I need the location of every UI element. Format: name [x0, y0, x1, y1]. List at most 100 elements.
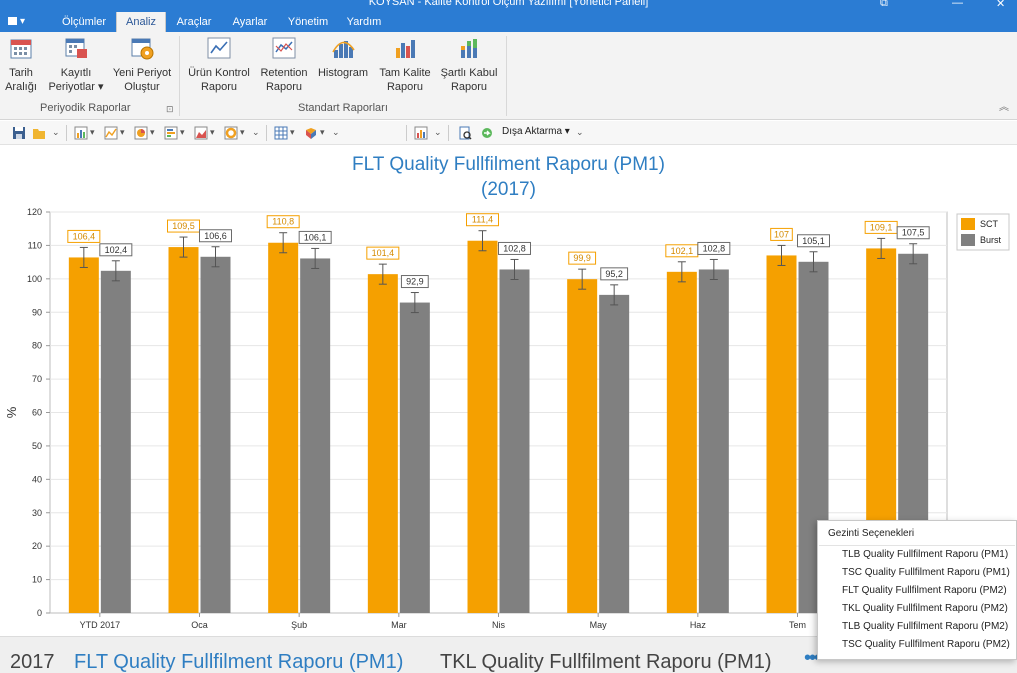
- export-icon[interactable]: [480, 126, 494, 140]
- popup-item[interactable]: TLB Quality Fullfilment Raporu (PM2): [842, 621, 1008, 632]
- doughnut-chart-type-icon[interactable]: [224, 126, 238, 140]
- popup-item[interactable]: TSC Quality Fullfilment Raporu (PM1): [842, 567, 1010, 578]
- y-tick-label: 120: [27, 207, 42, 217]
- stacked-bar-chart-icon: [461, 39, 477, 58]
- window-title: KOYSAN - Kalite Kontrol Ölçüm Yazılımı […: [368, 0, 649, 8]
- title-bar: KOYSAN - Kalite Kontrol Ölçüm Yazılımı […: [0, 0, 1017, 12]
- chevron-down-icon[interactable]: ▾: [120, 127, 125, 138]
- y-tick-label: 0: [37, 608, 42, 618]
- legend-entry-burst: Burst: [980, 235, 1002, 245]
- export-dropdown[interactable]: Dışa Aktarma ▾: [502, 126, 570, 137]
- tab-olcumler[interactable]: Ölçümler: [56, 12, 112, 32]
- tab-yardim[interactable]: Yardım: [342, 12, 386, 32]
- chevron-down-icon[interactable]: ▾: [240, 127, 245, 138]
- histogram-button[interactable]: Histogram: [316, 36, 370, 80]
- line-chart-type-icon[interactable]: [104, 126, 118, 140]
- new-period-button[interactable]: Yeni Periyot Oluştur: [110, 36, 174, 94]
- close-button[interactable]: ✕: [996, 0, 1005, 10]
- data-label: 109,5: [172, 221, 195, 231]
- bar-chart-type-icon[interactable]: [74, 126, 88, 140]
- chevron-down-icon[interactable]: ▾: [90, 127, 95, 138]
- wizard-dropdown-icon[interactable]: ⌄: [434, 127, 442, 138]
- toolbar-separator: [66, 125, 67, 141]
- saved-periods-button[interactable]: Kayıtlı Periyotlar ▾: [46, 36, 106, 94]
- app-menu-button[interactable]: ▾: [8, 14, 34, 30]
- pie-chart-type-icon[interactable]: [134, 126, 148, 140]
- navigation-options-popup: Gezinti Seçenekleri TLB Quality Fullfilm…: [817, 520, 1017, 660]
- bar-chart-icon: [396, 40, 415, 58]
- popup-item[interactable]: FLT Quality Fullfilment Raporu (PM2): [842, 585, 1007, 596]
- horizontal-bar-type-icon[interactable]: [164, 126, 178, 140]
- bar-sct: [367, 274, 398, 613]
- full-quality-report-button[interactable]: Tam Kalite Raporu: [376, 36, 434, 94]
- data-label: 106,4: [73, 231, 96, 241]
- data-label: 102,1: [671, 246, 694, 256]
- minimize-button[interactable]: —: [952, 0, 963, 9]
- open-folder-icon[interactable]: [32, 126, 46, 140]
- chevron-down-icon[interactable]: ▾: [320, 127, 325, 138]
- data-label: 107: [774, 229, 789, 239]
- chevron-down-icon[interactable]: ▾: [180, 127, 185, 138]
- group-label-periodic: Periyodik Raporlar: [40, 102, 131, 114]
- bar-burst: [300, 258, 331, 613]
- chart-wizard-icon[interactable]: [414, 126, 428, 140]
- tab-yonetim[interactable]: Yönetim: [282, 12, 334, 32]
- breadcrumb-item-tkl-report[interactable]: TKL Quality Fullfilment Raporu (PM1): [440, 651, 772, 673]
- print-preview-icon[interactable]: [458, 126, 472, 140]
- palette-icon[interactable]: [304, 126, 318, 140]
- area-chart-type-icon[interactable]: [194, 126, 208, 140]
- open-dropdown-icon[interactable]: ⌄: [52, 127, 60, 138]
- x-tick-label: Tem: [789, 620, 806, 630]
- saved-periods-label-2: Periyotlar ▾: [48, 81, 104, 93]
- bar-sct: [268, 242, 299, 613]
- y-axis-label: %: [4, 406, 19, 418]
- y-tick-label: 40: [32, 474, 42, 484]
- y-tick-label: 60: [32, 408, 42, 418]
- data-label: 106,1: [304, 232, 327, 242]
- x-tick-label: Şub: [291, 620, 307, 630]
- popup-item[interactable]: TLB Quality Fullfilment Raporu (PM1): [842, 549, 1008, 560]
- y-tick-label: 80: [32, 341, 42, 351]
- toolbar-separator: [266, 125, 267, 141]
- ribbon-collapse-icon[interactable]: ︽: [999, 98, 1009, 113]
- popup-item[interactable]: TKL Quality Fullfilment Raporu (PM2): [842, 603, 1008, 614]
- y-tick-label: 90: [32, 307, 42, 317]
- grid-layout-icon[interactable]: [274, 126, 288, 140]
- date-range-button[interactable]: Tarih Aralığı: [2, 36, 40, 94]
- restore-button[interactable]: ⧉: [880, 0, 888, 10]
- chevron-down-icon[interactable]: ▾: [210, 127, 215, 138]
- tab-araclar[interactable]: Araçlar: [170, 12, 218, 32]
- data-label: 105,1: [802, 236, 825, 246]
- date-range-label-2: Aralığı: [5, 81, 37, 93]
- retention-report-button[interactable]: Retention Raporu: [258, 36, 310, 94]
- legend-swatch-sct: [961, 218, 975, 230]
- popup-header: Gezinti Seçenekleri: [828, 528, 915, 539]
- group-launcher-icon[interactable]: ⊡: [166, 104, 174, 115]
- bar-sct: [567, 279, 598, 613]
- bar-burst: [499, 269, 530, 613]
- export-more-icon[interactable]: ⌄: [576, 127, 584, 138]
- chevron-down-icon[interactable]: ▾: [150, 127, 155, 138]
- popup-item[interactable]: TSC Quality Fullfilment Raporu (PM2): [842, 639, 1010, 650]
- data-label: 106,6: [204, 231, 227, 241]
- more-chart-types-icon[interactable]: ⌄: [252, 127, 260, 138]
- histogram-icon: [332, 41, 355, 58]
- product-control-report-button[interactable]: Ürün Kontrol Raporu: [186, 36, 252, 94]
- breadcrumb-item-current-report[interactable]: FLT Quality Fullfilment Raporu (PM1): [74, 651, 403, 673]
- data-label: 92,9: [406, 277, 424, 287]
- retention-label-1: Retention: [260, 67, 308, 79]
- popup-divider: [819, 545, 1015, 546]
- tab-analiz[interactable]: Analiz: [116, 12, 166, 32]
- more-palette-icon[interactable]: ⌄: [332, 127, 340, 138]
- conditional-acceptance-report-button[interactable]: Şartlı Kabul Raporu: [438, 36, 500, 94]
- y-tick-label: 70: [32, 374, 42, 384]
- save-icon[interactable]: [12, 126, 26, 140]
- tab-ayarlar[interactable]: Ayarlar: [226, 12, 274, 32]
- x-tick-label: Oca: [191, 620, 208, 630]
- new-period-label-1: Yeni Periyot: [112, 67, 172, 79]
- breadcrumb-item-year[interactable]: 2017: [10, 651, 55, 673]
- group-label-standard: Standart Raporları: [298, 102, 388, 114]
- histogram-label: Histogram: [317, 67, 369, 79]
- chevron-down-icon[interactable]: ▾: [290, 127, 295, 138]
- data-label: 110,8: [272, 217, 294, 227]
